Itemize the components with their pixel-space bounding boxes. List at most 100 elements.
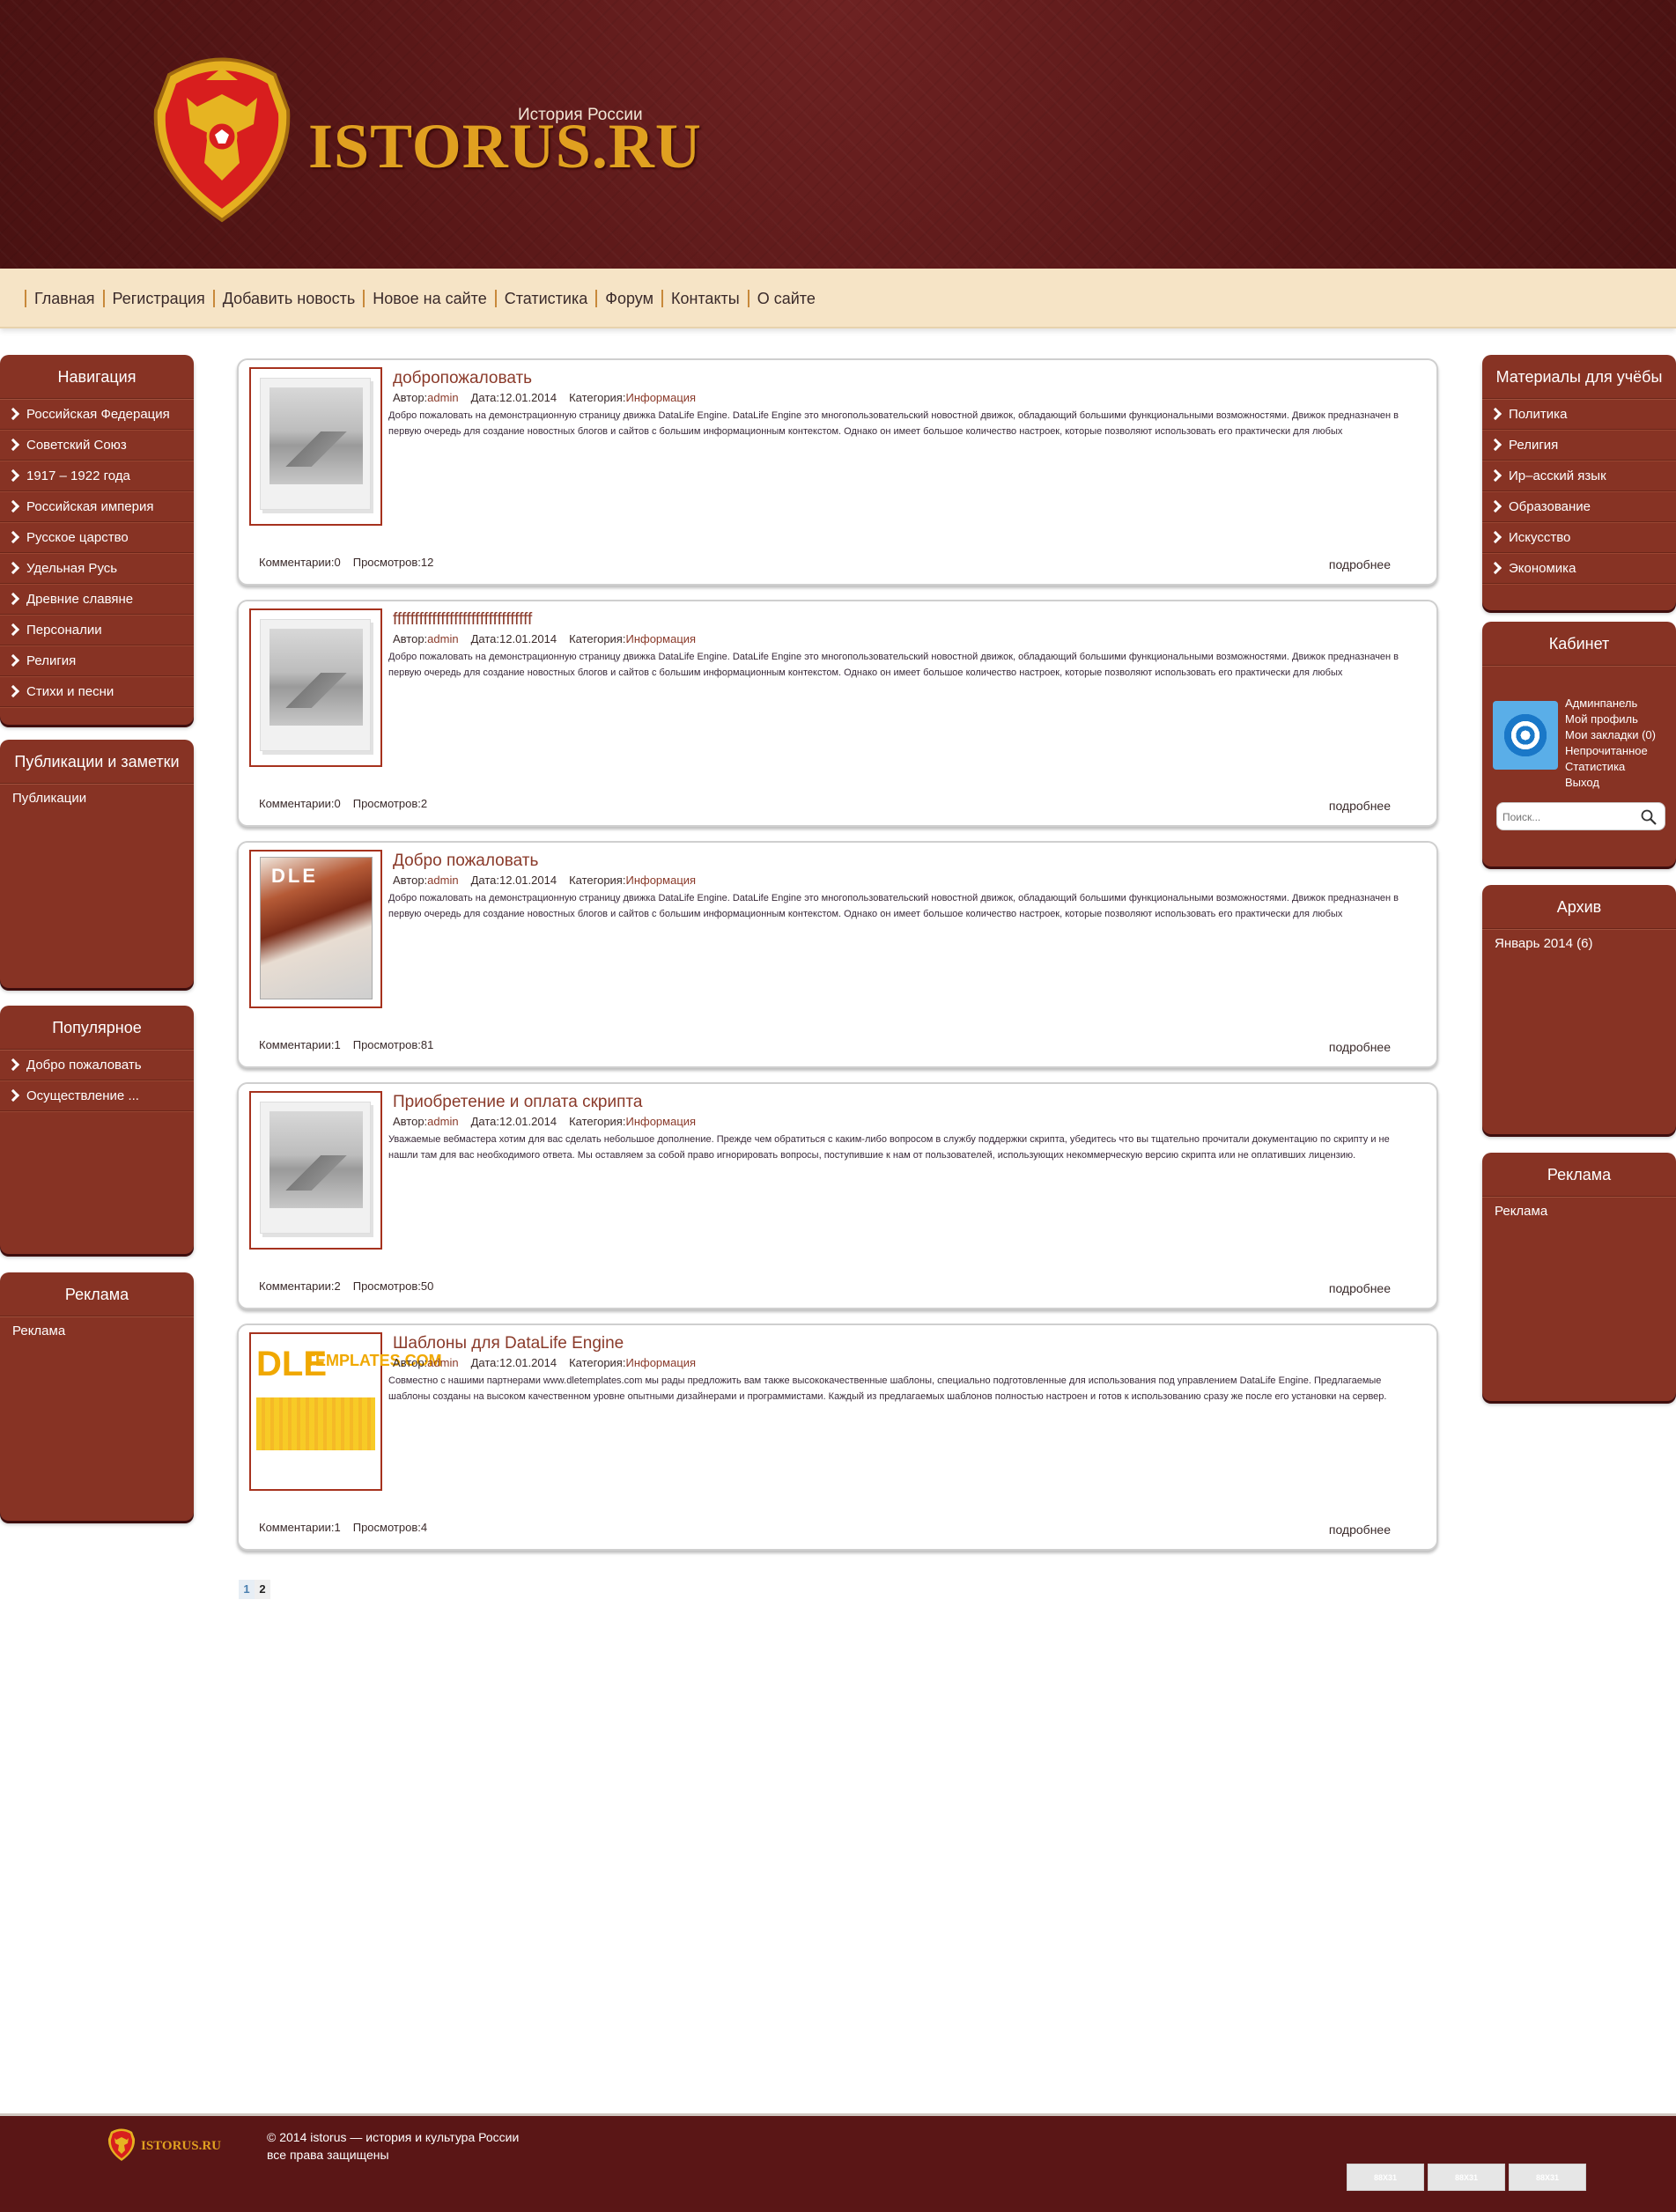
- nav-link-poems-songs[interactable]: Стихи и песни: [0, 676, 194, 707]
- search-input[interactable]: [1502, 808, 1635, 826]
- views-label: Просмотров:: [352, 1279, 421, 1293]
- comments-count[interactable]: 1: [335, 1038, 341, 1051]
- page-current: 1: [239, 1580, 255, 1599]
- user-avatar[interactable]: [1493, 701, 1558, 770]
- nav-item-new-on-site[interactable]: Новое на сайте: [363, 290, 494, 307]
- author-link[interactable]: admin: [427, 391, 458, 404]
- category-link[interactable]: Информация: [625, 1115, 696, 1128]
- nav-link-religion[interactable]: Религия: [0, 645, 194, 676]
- post-thumbnail[interactable]: [249, 367, 382, 526]
- popular-link[interactable]: Добро пожаловать: [0, 1050, 194, 1080]
- nav-link-appanage-rus[interactable]: Удельная Русь: [0, 553, 194, 584]
- news-post: Приобретение и оплата скрипта Автор:admi…: [237, 1082, 1438, 1309]
- statistics-link[interactable]: Статистика: [1565, 759, 1656, 775]
- post-excerpt: Добро пожаловать на демонстрационную стр…: [388, 893, 1399, 919]
- my-bookmarks-link[interactable]: Мои закладки (0): [1565, 727, 1656, 743]
- read-more-link[interactable]: подробнее: [1329, 1523, 1391, 1537]
- category-link[interactable]: Информация: [625, 874, 696, 887]
- author-link[interactable]: admin: [427, 874, 458, 887]
- left-ads-title: Реклама: [0, 1272, 194, 1316]
- right-ads-block: Реклама Реклама: [1482, 1153, 1676, 1401]
- top-navigation: Главная Регистрация Добавить новость Нов…: [0, 269, 1676, 328]
- nav-item-about[interactable]: О сайте: [747, 290, 823, 307]
- coat-of-arms-icon[interactable]: [134, 48, 310, 225]
- nav-link-russian-empire[interactable]: Российская империя: [0, 491, 194, 522]
- nav-link-russian-federation[interactable]: Российская Федерация: [0, 399, 194, 430]
- post-thumbnail[interactable]: DLE TEMPLATES.COM: [249, 1332, 442, 1491]
- news-post: DLE Добро пожаловать Автор:admin Дата:12…: [237, 841, 1438, 1068]
- comments-label: Комментарии:: [259, 1038, 335, 1051]
- post-title[interactable]: ffffffffffffffffffffffffffffffff: [393, 610, 532, 630]
- post-title[interactable]: Добро пожаловать: [393, 852, 538, 871]
- counter-banner[interactable]: 88X31: [1428, 2164, 1505, 2191]
- materials-block-title: Материалы для учёбы: [1482, 355, 1676, 399]
- read-more-link[interactable]: подробнее: [1329, 799, 1391, 813]
- archive-link[interactable]: Январь 2014 (6): [1482, 929, 1676, 958]
- comments-count[interactable]: 2: [335, 1279, 341, 1293]
- site-logo-text[interactable]: ISTORUS.RU: [308, 110, 702, 183]
- post-title[interactable]: Приобретение и оплата скрипта: [393, 1093, 642, 1112]
- unread-link[interactable]: Непрочитанное: [1565, 743, 1656, 759]
- category-link[interactable]: Информация: [625, 1356, 696, 1369]
- nav-item-contacts[interactable]: Контакты: [661, 290, 748, 307]
- nav-item-register[interactable]: Регистрация: [102, 290, 213, 307]
- footer-coat-of-arms-icon[interactable]: [104, 2127, 139, 2162]
- nav-item-add-news[interactable]: Добавить новость: [212, 290, 364, 307]
- counter-banner[interactable]: 88X31: [1347, 2164, 1424, 2191]
- admin-panel-link[interactable]: Админпанель: [1565, 696, 1656, 712]
- comments-label: Комментарии:: [259, 1279, 335, 1293]
- comments-count[interactable]: 0: [335, 556, 341, 569]
- materials-link-art[interactable]: Искусство: [1482, 522, 1676, 553]
- nav-item-statistics[interactable]: Статистика: [494, 290, 596, 307]
- author-label: Автор:: [393, 391, 428, 404]
- footer-logo-text[interactable]: ISTORUS.RU: [141, 2139, 221, 2154]
- nav-link-1917-1922[interactable]: 1917 – 1922 года: [0, 461, 194, 491]
- comments-count[interactable]: 0: [335, 797, 341, 810]
- materials-link-politics[interactable]: Политика: [1482, 399, 1676, 430]
- comments-count[interactable]: 1: [335, 1521, 341, 1534]
- nav-link-personalities[interactable]: Персоналии: [0, 615, 194, 645]
- nav-link-ancient-slavs[interactable]: Древние славяне: [0, 584, 194, 615]
- search-icon[interactable]: [1640, 808, 1658, 826]
- post-thumbnail[interactable]: [249, 1091, 382, 1250]
- site-header: История России ISTORUS.RU: [0, 0, 1676, 269]
- read-more-link[interactable]: подробнее: [1329, 557, 1391, 571]
- materials-link-economics[interactable]: Экономика: [1482, 553, 1676, 584]
- date-label: Дата:: [470, 391, 499, 404]
- read-more-link[interactable]: подробнее: [1329, 1040, 1391, 1054]
- views-label: Просмотров:: [352, 556, 421, 569]
- materials-link-religion[interactable]: Религия: [1482, 430, 1676, 461]
- navigation-block-title: Навигация: [0, 355, 194, 399]
- right-ads-title: Реклама: [1482, 1153, 1676, 1197]
- post-thumbnail[interactable]: [249, 608, 382, 767]
- views-label: Просмотров:: [352, 1038, 421, 1051]
- nav-link-russian-tsardom[interactable]: Русское царство: [0, 522, 194, 553]
- post-title[interactable]: Шаблоны для DataLife Engine: [393, 1334, 624, 1353]
- nav-link-soviet-union[interactable]: Советский Союз: [0, 430, 194, 461]
- views-count: 2: [420, 797, 428, 810]
- read-more-link[interactable]: подробнее: [1329, 1281, 1391, 1295]
- post-thumbnail[interactable]: DLE: [249, 850, 382, 1008]
- nav-item-forum[interactable]: Форум: [595, 290, 661, 307]
- date-label: Дата:: [470, 1356, 499, 1369]
- footer-copyright: © 2014 istorus — история и культура Росс…: [267, 2130, 520, 2144]
- page-link[interactable]: 2: [255, 1580, 270, 1599]
- popular-link[interactable]: Осуществление ...: [0, 1080, 194, 1111]
- author-link[interactable]: admin: [427, 1356, 458, 1369]
- archive-block-title: Архив: [1482, 885, 1676, 929]
- publications-link[interactable]: Публикации: [0, 784, 194, 813]
- views-label: Просмотров:: [352, 797, 421, 810]
- category-link[interactable]: Информация: [625, 632, 696, 645]
- nav-item-home[interactable]: Главная: [25, 290, 103, 307]
- counter-banner[interactable]: 88X31: [1509, 2164, 1586, 2191]
- author-link[interactable]: admin: [427, 632, 458, 645]
- logout-link[interactable]: Выход: [1565, 775, 1656, 791]
- post-title[interactable]: добропожаловать: [393, 369, 532, 388]
- materials-link-language[interactable]: Ир–асский язык: [1482, 461, 1676, 491]
- category-link[interactable]: Информация: [625, 391, 696, 404]
- category-label: Категория:: [569, 874, 626, 887]
- footer-rights: все права защищены: [267, 2148, 389, 2162]
- author-link[interactable]: admin: [427, 1115, 458, 1128]
- my-profile-link[interactable]: Мой профиль: [1565, 712, 1656, 727]
- materials-link-education[interactable]: Образование: [1482, 491, 1676, 522]
